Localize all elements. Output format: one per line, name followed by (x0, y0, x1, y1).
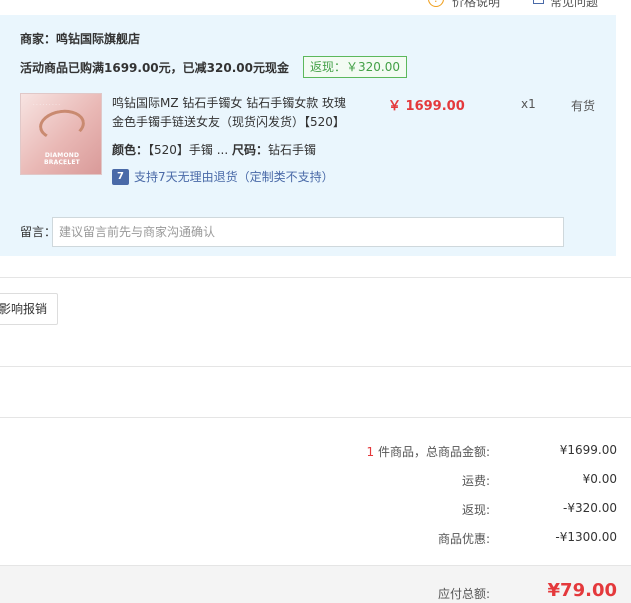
divider (0, 417, 631, 418)
faq-link[interactable]: 常见问题 (550, 0, 598, 10)
payable-label: 应付总额: (437, 587, 490, 601)
spec-color-value: 【520】手镯 ... (148, 143, 229, 157)
invoice-option-button[interactable]: 影响报销 (0, 293, 59, 325)
spec-color-label: 颜色： (112, 143, 149, 157)
price-help-link[interactable]: 价格说明 (452, 0, 500, 10)
return-policy[interactable]: 7 支持7天无理由退货（定制类不支持） (112, 168, 334, 185)
divider (0, 277, 631, 278)
payable-amount: ¥79.00 (547, 580, 617, 601)
shipping-label: 运费: (461, 474, 490, 488)
rebate-label: 返现: (461, 503, 490, 517)
summary-shipping-row: 运费: ¥0.00 (0, 472, 631, 492)
spec-size-label: 尺码： (232, 143, 269, 157)
doc-icon[interactable] (533, 0, 544, 4)
discount-label: 商品优惠: (437, 532, 490, 546)
discount-value: -¥1300.00 (555, 530, 617, 544)
summary-rebate-row: 返现: -¥320.00 (0, 501, 631, 521)
payable-total-bar: 应付总额: ¥79.00 (0, 565, 631, 603)
product-title-link[interactable]: 鸣钻国际MZ 钻石手镯女 钻石手镯女款 玫瑰金色手镯手链送女友（现货闪发货）【5… (112, 94, 352, 132)
product-spec: 颜色：【520】手镯 ... 尺码：钻石手镯 (112, 141, 316, 158)
product-thumbnail[interactable]: · · · · · · · · · DIAMOND BRACELET · · ·… (20, 93, 102, 175)
divider (0, 366, 631, 367)
stock-status: 有货 (571, 99, 596, 113)
spec-size-value: 钻石手镯 (268, 143, 317, 157)
promo-text: 活动商品已购满1699.00元，已减320.00元现金 (20, 61, 289, 75)
note-input[interactable] (52, 217, 564, 247)
return-policy-text: 支持7天无理由退货（定制类不支持） (134, 170, 334, 184)
rebate-value: -¥320.00 (563, 501, 617, 515)
summary-goods-row: 1 件商品，总商品金额: ¥1699.00 (0, 443, 631, 463)
seven-day-return-icon: 7 (112, 168, 129, 185)
top-links-bar: ? 价格说明 常见问题 (0, 0, 631, 12)
goods-count-label: 1 件商品，总商品金额: (366, 445, 491, 459)
shop-order-block: 商家：鸣钻国际旗舰店 活动商品已购满1699.00元，已减320.00元现金 返… (0, 15, 616, 256)
product-quantity: x1 (521, 97, 536, 111)
shop-name: 商家：鸣钻国际旗舰店 (20, 32, 141, 46)
question-circle-icon[interactable]: ? (428, 0, 444, 7)
shipping-value: ¥0.00 (582, 472, 617, 486)
summary-discount-row: 商品优惠: -¥1300.00 (0, 530, 631, 550)
order-checkout-page: ? 价格说明 常见问题 商家：鸣钻国际旗舰店 活动商品已购满1699.00元，已… (0, 0, 631, 603)
goods-count: 1 (366, 445, 375, 459)
rebate-tag: 返现：￥320.00 (303, 56, 407, 78)
product-price: ￥ 1699.00 (388, 99, 465, 114)
goods-total: ¥1699.00 (559, 443, 617, 457)
note-label: 留言： (20, 225, 57, 239)
bracelet-image (37, 106, 87, 144)
